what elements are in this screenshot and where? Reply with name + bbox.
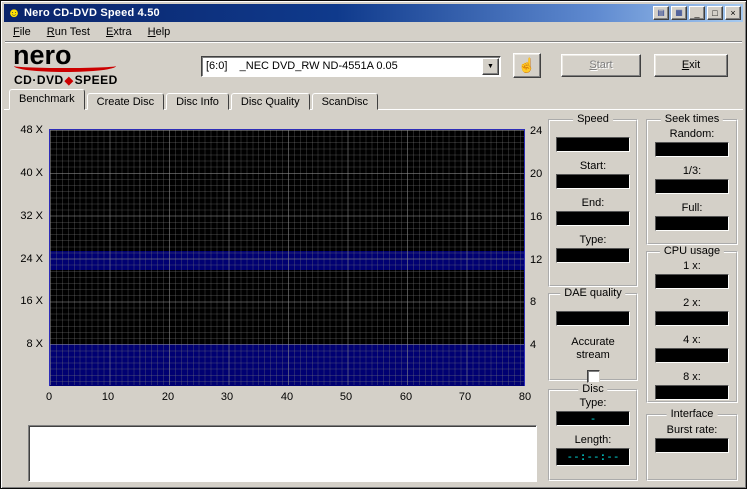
speed-start-label: Start: <box>579 160 607 172</box>
seek-third-label: 1/3: <box>682 165 702 177</box>
dae-quality-display <box>556 311 630 326</box>
smiley-app-icon: ☻ <box>7 5 21 20</box>
tab-strip: Benchmark Create Disc Disc Info Disc Qua… <box>9 89 380 110</box>
dae-quality-title: DAE quality <box>560 287 626 299</box>
burst-rate-display <box>655 438 729 453</box>
chevron-down-icon[interactable]: ▼ <box>482 58 499 75</box>
cpu-4x-display <box>655 348 729 363</box>
result-log-list[interactable] <box>28 425 537 482</box>
disc-panel-title: Disc <box>578 383 608 395</box>
xtick-40: 40 <box>280 391 294 403</box>
tab-benchmark[interactable]: Benchmark <box>9 89 85 110</box>
titlebar-tool-button-2[interactable]: ▦ <box>671 6 687 20</box>
xtick-10: 10 <box>101 391 115 403</box>
seek-times-panel: Seek times Random: 1/3: Full: <box>646 113 738 245</box>
cpu-2x-label: 2 x: <box>683 297 701 309</box>
speed-end-display <box>556 211 630 226</box>
xtick-20: 20 <box>161 391 175 403</box>
xtick-70: 70 <box>458 391 472 403</box>
xtick-80: 80 <box>518 391 532 403</box>
window-title: Nero CD-DVD Speed 4.50 <box>24 7 160 19</box>
close-button[interactable]: × <box>725 6 741 20</box>
logo-diamond-icon: ◆ <box>64 75 74 87</box>
ytick-left-24x: 24 X <box>20 253 43 265</box>
ytick-left-40x: 40 X <box>20 167 43 179</box>
select-test-button[interactable]: ☝ <box>513 53 541 78</box>
tab-disc-info[interactable]: Disc Info <box>166 93 229 110</box>
disc-panel: Disc Type: - Length: --:--:-- <box>548 383 638 481</box>
dae-quality-panel: DAE quality Accurate stream <box>548 287 638 383</box>
nero-logo-swoosh <box>14 60 116 72</box>
tab-create-disc[interactable]: Create Disc <box>86 93 165 110</box>
seek-random-display <box>655 142 729 157</box>
burst-rate-label: Burst rate: <box>666 424 718 436</box>
disc-length-label: Length: <box>574 434 612 446</box>
drive-select-value: [6:0] _NEC DVD_RW ND-4551A 0.05 <box>206 60 398 72</box>
disc-type-label: Type: <box>579 397 607 409</box>
xtick-30: 30 <box>220 391 234 403</box>
cpu-usage-panel: CPU usage 1 x: 2 x: 4 x: 8 x: <box>646 245 738 403</box>
menu-extra[interactable]: Extra <box>98 24 140 40</box>
xtick-60: 60 <box>399 391 413 403</box>
seek-third-display <box>655 179 729 194</box>
window-controls: ▤ ▦ _ □ × <box>653 6 741 20</box>
speed-type-display <box>556 248 630 263</box>
drive-select[interactable]: [6:0] _NEC DVD_RW ND-4551A 0.05 ▼ <box>201 56 501 77</box>
accurate-stream-checkbox[interactable] <box>586 370 600 383</box>
ytick-left-32x: 32 X <box>20 210 43 222</box>
seek-random-label: Random: <box>669 128 715 140</box>
interface-title: Interface <box>666 408 718 420</box>
accurate-stream-label: Accurate stream <box>571 336 615 361</box>
menubar: File Run Test Extra Help <box>5 23 742 42</box>
cpu-usage-title: CPU usage <box>659 245 725 257</box>
nero-logo-product: CD·DVD◆SPEED <box>14 73 118 87</box>
maximize-button[interactable]: □ <box>707 6 723 20</box>
cpu-8x-display <box>655 385 729 400</box>
cpu-1x-label: 1 x: <box>683 260 701 272</box>
cpu-1x-display <box>655 274 729 289</box>
seek-full-display <box>655 216 729 231</box>
minimize-button[interactable]: _ <box>689 6 705 20</box>
menu-run-test[interactable]: Run Test <box>39 24 98 40</box>
toolbar: nero CD·DVD◆SPEED [6:0] _NEC DVD_RW ND-4… <box>5 42 742 91</box>
ytick-left-16x: 16 X <box>20 295 43 307</box>
menu-help[interactable]: Help <box>140 24 179 40</box>
speed-panel-title: Speed <box>573 113 613 125</box>
speed-current-display <box>556 137 630 152</box>
start-button[interactable]: Start <box>561 54 641 77</box>
chart-grid <box>50 130 524 385</box>
cpu-8x-label: 8 x: <box>683 371 701 383</box>
hand-icon: ☝ <box>518 57 536 73</box>
seek-times-title: Seek times <box>660 113 724 125</box>
cpu-4x-label: 4 x: <box>683 334 701 346</box>
speed-panel: Speed Start: End: Type: <box>548 113 638 287</box>
exit-button[interactable]: Exit <box>654 54 728 77</box>
nero-logo: nero CD·DVD◆SPEED <box>13 42 183 88</box>
titlebar-tool-button-1[interactable]: ▤ <box>653 6 669 20</box>
tab-scandisc[interactable]: ScanDisc <box>311 93 379 110</box>
speed-end-label: End: <box>581 197 605 209</box>
tab-disc-quality[interactable]: Disc Quality <box>230 93 310 110</box>
seek-full-label: Full: <box>681 202 703 214</box>
ytick-left-48x: 48 X <box>20 124 43 136</box>
interface-panel: Interface Burst rate: <box>646 408 738 481</box>
menu-file[interactable]: File <box>5 24 39 40</box>
cpu-2x-display <box>655 311 729 326</box>
speed-type-label: Type: <box>579 234 607 246</box>
disc-type-display: - <box>556 411 630 426</box>
ytick-left-8x: 8 X <box>26 338 43 350</box>
disc-length-display: --:--:-- <box>556 448 630 466</box>
titlebar[interactable]: ☻ Nero CD-DVD Speed 4.50 ▤ ▦ _ □ × <box>4 4 743 22</box>
benchmark-chart <box>49 129 525 386</box>
xtick-0: 0 <box>45 391 53 403</box>
app-window: ☻ Nero CD-DVD Speed 4.50 ▤ ▦ _ □ × File … <box>0 0 747 489</box>
xtick-50: 50 <box>339 391 353 403</box>
speed-start-display <box>556 174 630 189</box>
